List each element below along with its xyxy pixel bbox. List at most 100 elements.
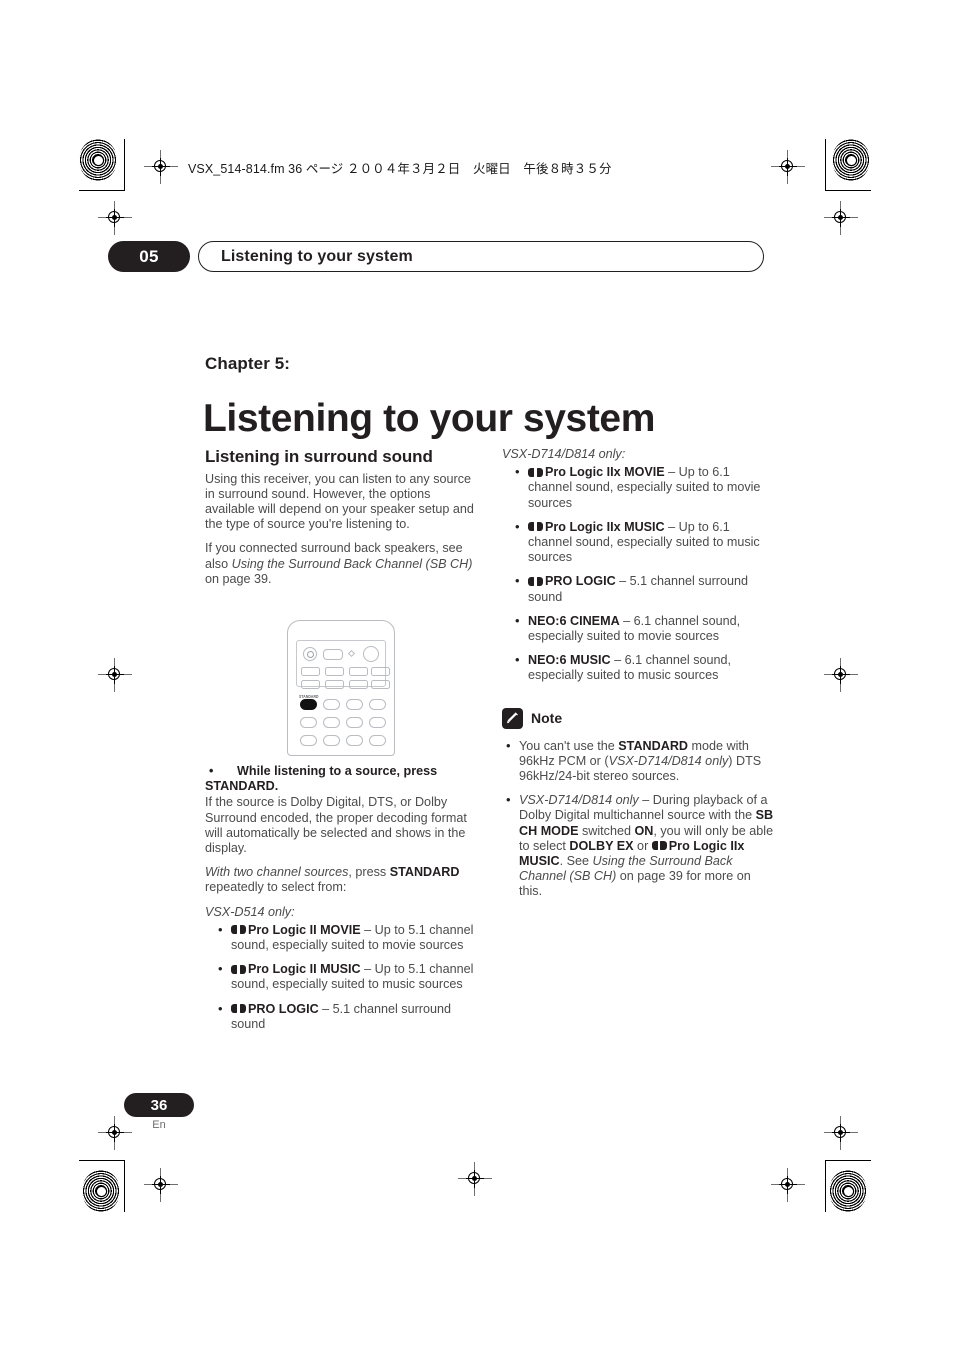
note-label: Note	[531, 709, 563, 726]
note-text: . See	[559, 854, 593, 869]
right-column: VSX-D714/D814 only: Pro Logic IIx MOVIE …	[502, 447, 774, 900]
note-header: Note	[502, 707, 774, 729]
mode-name: NEO:6 CINEMA	[528, 613, 620, 628]
page-language-code: En	[152, 1119, 166, 1131]
model-note-left: VSX-D514 only:	[205, 904, 295, 919]
registration-rosette-bottom-right	[829, 1170, 867, 1212]
registration-target-right-lower	[824, 1116, 858, 1150]
crop-mark-top-left-v	[124, 139, 126, 191]
remote-oval-button	[369, 717, 386, 728]
chapter-label: Chapter 5:	[205, 354, 291, 373]
remote-key	[349, 680, 368, 689]
remote-key	[301, 680, 320, 689]
dolby-logo-icon	[651, 841, 667, 851]
instruction-step: • While listening to a source, press STA…	[205, 764, 477, 794]
registration-target-left-lower	[98, 1116, 132, 1150]
dolby-logo-icon	[528, 467, 543, 477]
note-text: You can't use the	[519, 738, 619, 753]
list-item: NEO:6 MUSIC – 6.1 channel sound, especia…	[502, 652, 774, 683]
page-number-badge: 36	[124, 1093, 194, 1117]
mode-list-d514: Pro Logic II MOVIE – Up to 5.1 channel s…	[205, 922, 477, 1032]
two-channel-italic: With two channel sources	[205, 865, 349, 880]
model-note-right: VSX-D714/D814 only:	[502, 447, 626, 461]
two-channel-post: repeatedly to select from:	[205, 880, 347, 895]
mode-name: PRO LOGIC	[248, 1001, 319, 1016]
crop-mark-top-right-v	[825, 139, 827, 191]
running-header: 05 Listening to your system	[108, 241, 764, 272]
mode-name: Pro Logic IIx MUSIC	[545, 519, 665, 534]
list-item: Pro Logic IIx MOVIE – Up to 6.1 channel …	[502, 464, 774, 511]
surround-back-text-post: on page 39.	[205, 571, 272, 586]
dolby-logo-icon	[528, 522, 543, 532]
crop-mark-bottom-left-h	[79, 1160, 125, 1162]
list-item: Pro Logic II MOVIE – Up to 5.1 channel s…	[205, 922, 477, 953]
instruction-line-2: STANDARD.	[205, 779, 279, 794]
mode-name: Pro Logic II MOVIE	[248, 922, 361, 937]
remote-key	[349, 667, 368, 676]
list-item: Pro Logic II MUSIC – Up to 5.1 channel s…	[205, 961, 477, 992]
registration-rosette-top-left	[79, 139, 117, 181]
page-title: Listening to your system	[203, 397, 655, 441]
page-footer: 36 En	[124, 1093, 194, 1131]
instruction-line-1: While listening to a source, press	[237, 763, 438, 778]
registration-target-right-middle	[824, 658, 858, 692]
note-italic: VSX-D714/D814 only	[519, 793, 639, 808]
note-bold: ON	[634, 823, 654, 838]
mode-name: PRO LOGIC	[545, 574, 616, 589]
remote-oval-button	[300, 717, 317, 728]
note-bold: STANDARD	[618, 738, 689, 753]
remote-volume-dial	[363, 646, 379, 662]
mode-name: Pro Logic IIx MOVIE	[545, 465, 665, 480]
registration-rosette-bottom-left	[82, 1170, 120, 1212]
remote-key	[371, 667, 390, 676]
registration-target-right-upper	[824, 201, 858, 235]
list-item: NEO:6 CINEMA – 6.1 channel sound, especi…	[502, 613, 774, 644]
dolby-logo-icon	[528, 576, 543, 586]
note-text: switched	[578, 823, 635, 838]
decoding-paragraph: If the source is Dolby Digital, DTS, or …	[205, 795, 467, 855]
running-header-title: Listening to your system	[198, 241, 764, 272]
registration-target-top-left	[144, 150, 178, 184]
mode-name: NEO:6 MUSIC	[528, 653, 611, 668]
remote-oval-button	[369, 735, 386, 746]
remote-display-button	[323, 649, 343, 660]
note-spacer	[502, 684, 774, 708]
list-item: VSX-D714/D814 only – During playback of …	[502, 792, 774, 899]
remote-oval-button	[323, 717, 340, 728]
remote-key	[301, 667, 320, 676]
note-italic: VSX-D714/D814 only	[608, 753, 729, 768]
dolby-logo-icon	[231, 925, 246, 935]
section-title-surround-sound: Listening in surround sound	[205, 447, 433, 466]
remote-oval-button	[323, 735, 340, 746]
surround-back-reference: Using the Surround Back Channel (SB CH)	[231, 556, 473, 571]
note-list: You can't use the STANDARD mode with 96k…	[502, 738, 774, 900]
remote-standard-button	[300, 699, 317, 710]
list-item: You can't use the STANDARD mode with 96k…	[502, 738, 774, 785]
print-file-header: VSX_514-814.fm 36 ページ ２００４年３月２日 火曜日 午後８時…	[188, 162, 612, 176]
two-channel-bold: STANDARD	[389, 865, 460, 880]
remote-oval-button	[346, 717, 363, 728]
crop-mark-bottom-left-v	[124, 1160, 126, 1212]
mode-list-d714-d814: Pro Logic IIx MOVIE – Up to 6.1 channel …	[502, 464, 774, 683]
chapter-number-badge: 05	[108, 241, 190, 272]
list-item: PRO LOGIC – 5.1 channel surround sound	[205, 1001, 477, 1032]
list-item: PRO LOGIC – 5.1 channel surround sound	[502, 573, 774, 604]
crop-mark-bottom-right-h	[825, 1160, 871, 1162]
instruction-bullet: •	[209, 763, 214, 778]
note-text: or	[633, 838, 652, 853]
remote-oval-button	[346, 735, 363, 746]
crop-mark-bottom-right-v	[825, 1160, 827, 1212]
crop-mark-top-right-h	[825, 190, 871, 192]
crop-mark-top-left-h	[79, 190, 125, 192]
registration-target-left-middle	[98, 658, 132, 692]
registration-rosette-top-right	[832, 139, 870, 181]
surround-back-paragraph: If you connected surround back speakers,…	[205, 541, 477, 587]
remote-key	[325, 667, 344, 676]
dolby-logo-icon	[231, 964, 246, 974]
registration-target-bottom-center	[458, 1162, 492, 1196]
remote-oval-button	[323, 699, 340, 710]
printer-marks-layer	[0, 0, 954, 1351]
note-bold: DOLBY EX	[569, 838, 634, 853]
registration-target-bottom-left	[144, 1168, 178, 1202]
list-item: Pro Logic IIx MUSIC – Up to 6.1 channel …	[502, 519, 774, 566]
